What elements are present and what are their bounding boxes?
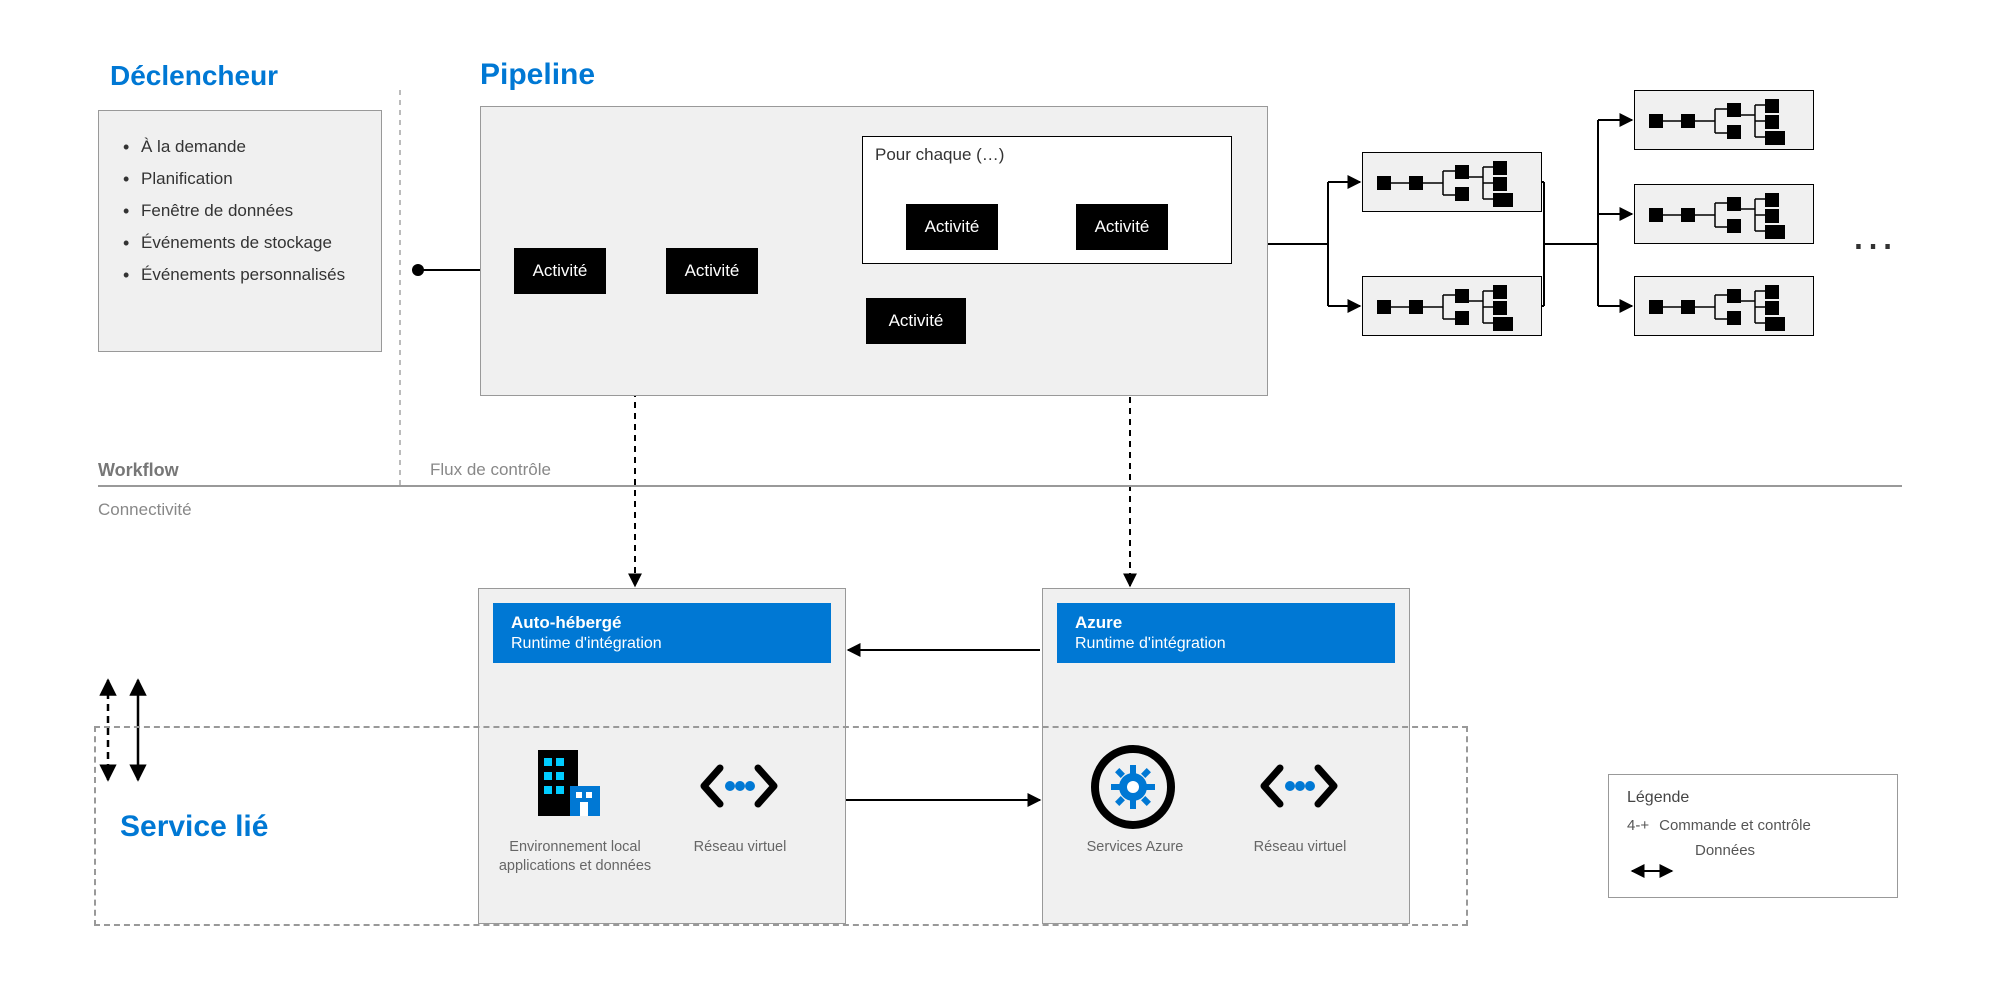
legend-cmd-row: 4-+ Commande et contrôle [1627, 817, 1879, 834]
workflow-label: Workflow [98, 460, 179, 481]
trigger-item: Événements personnalisés [117, 265, 363, 285]
activity-box: Activité [1076, 204, 1168, 250]
selfhosted-subtitle: Runtime d'intégration [511, 635, 813, 653]
activity-box: Activité [514, 248, 606, 294]
legend-box: Légende 4-+ Commande et contrôle Données [1608, 774, 1898, 898]
trigger-title: Déclencheur [110, 60, 278, 92]
selfhosted-header: Auto-hébergé Runtime d'intégration [493, 603, 831, 663]
legend-data-row: Données [1627, 842, 1879, 859]
mini-pipeline [1362, 152, 1542, 212]
activity-box: Activité [866, 298, 966, 344]
legend-cmd-label: Commande et contrôle [1659, 817, 1811, 834]
connectivity-label: Connectivité [98, 500, 192, 520]
mini-pipeline [1634, 90, 1814, 150]
mini-pipeline [1634, 184, 1814, 244]
azure-subtitle: Runtime d'intégration [1075, 635, 1377, 653]
trigger-box: À la demande Planification Fenêtre de do… [98, 110, 382, 352]
trigger-item: À la demande [117, 137, 363, 157]
linked-service-box [94, 726, 1468, 926]
activity-box: Activité [906, 204, 998, 250]
selfhosted-title: Auto-hébergé [511, 613, 813, 633]
ellipsis: … [1850, 206, 1894, 260]
pipeline-title: Pipeline [480, 58, 595, 92]
legend-title: Légende [1627, 789, 1879, 807]
legend-data-label: Données [1695, 842, 1755, 859]
mini-pipeline [1362, 276, 1542, 336]
trigger-item: Événements de stockage [117, 233, 363, 253]
azure-title: Azure [1075, 613, 1377, 633]
linked-service-title: Service lié [120, 810, 268, 844]
activity-box: Activité [666, 248, 758, 294]
mini-pipeline [1634, 276, 1814, 336]
flow-control-label: Flux de contrôle [430, 460, 551, 480]
trigger-item: Planification [117, 169, 363, 189]
trigger-item: Fenêtre de données [117, 201, 363, 221]
azure-header: Azure Runtime d'intégration [1057, 603, 1395, 663]
legend-cmd-prefix: 4-+ [1627, 817, 1649, 834]
foreach-label: Pour chaque (…) [863, 137, 1231, 173]
trigger-list: À la demande Planification Fenêtre de do… [99, 111, 381, 311]
